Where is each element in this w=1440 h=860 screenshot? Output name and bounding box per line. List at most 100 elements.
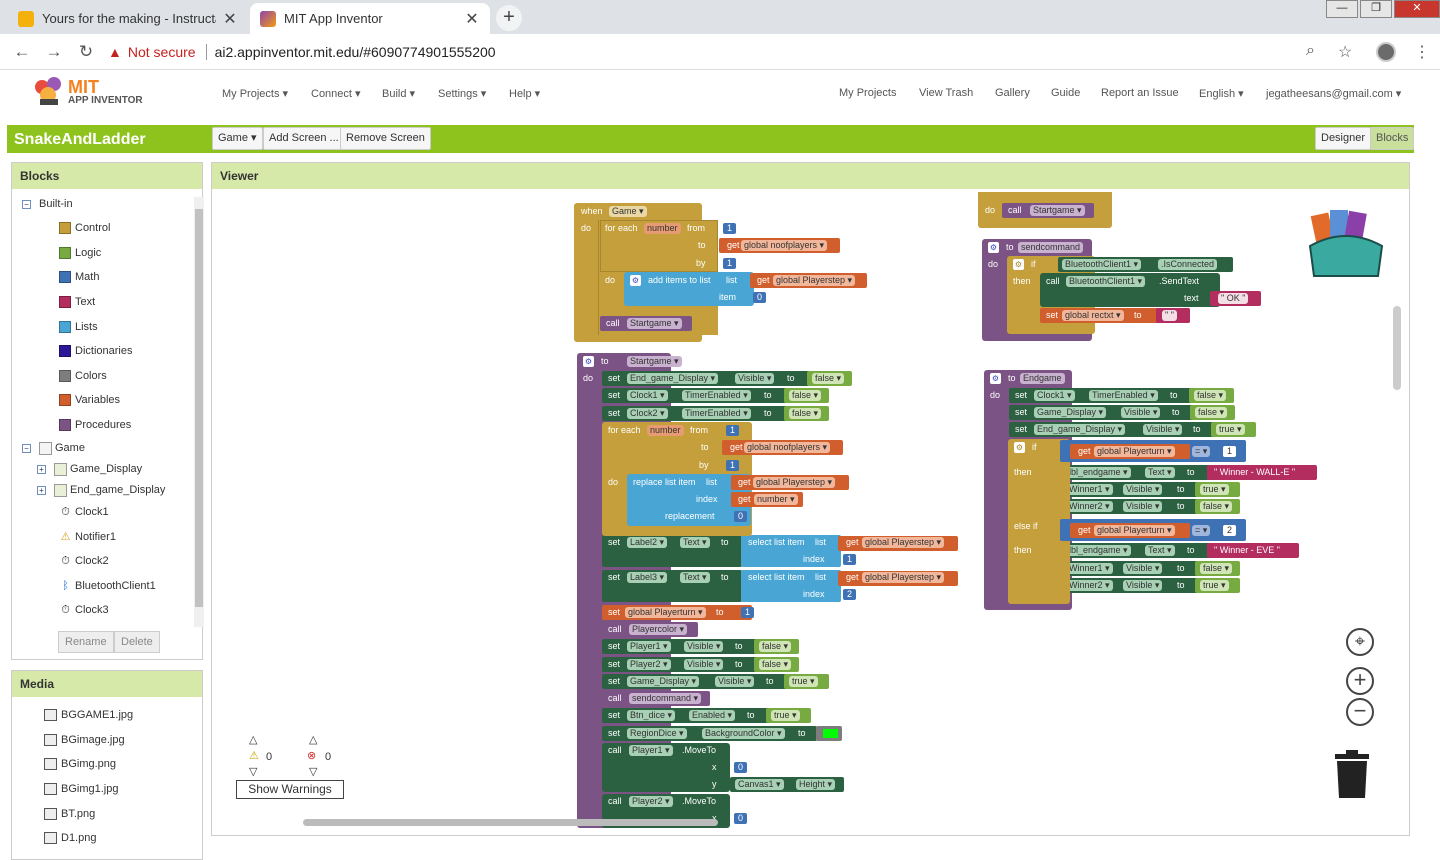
tab-instructables[interactable]: Yours for the making - Instructab ✕ (8, 3, 248, 34)
component-clock3[interactable]: ⏱ Clock3 (59, 601, 108, 619)
bookmark-star-icon[interactable]: ☆ (1338, 42, 1352, 62)
forward-icon[interactable]: → (44, 42, 64, 62)
remove-screen-button[interactable]: Remove Screen (340, 127, 431, 150)
screen-dropdown[interactable]: Game ▾ (212, 127, 263, 150)
collapse-icon[interactable]: − (22, 199, 31, 209)
media-file[interactable]: BGimg.png (44, 758, 116, 770)
workspace-horizontal-scrollbar[interactable] (303, 819, 718, 826)
link-my-projects[interactable]: My Projects (839, 87, 896, 99)
menu-build[interactable]: Build ▾ (382, 87, 415, 100)
drawer-text[interactable]: Text (59, 293, 95, 311)
reload-icon[interactable]: ↻ (76, 42, 96, 62)
drawer-dictionaries[interactable]: Dictionaries (59, 342, 132, 360)
color-swatch-icon (59, 222, 71, 234)
drawer-label: Logic (75, 247, 102, 259)
tree-screen-game[interactable]: − Game (22, 439, 85, 457)
back-icon[interactable]: ← (12, 42, 32, 62)
bee-logo-icon (32, 75, 68, 109)
clock-icon: ⏱ (61, 505, 70, 518)
blocks-scrollbar[interactable] (194, 197, 204, 627)
workspace-vertical-scrollbar[interactable] (1393, 306, 1401, 390)
menu-help[interactable]: Help ▾ (509, 87, 540, 100)
minimize-icon[interactable]: — (1326, 0, 1358, 18)
blocks-button[interactable]: Blocks (1370, 127, 1415, 150)
warnings-up-icon[interactable]: △ (249, 733, 257, 746)
expand-icon[interactable]: + (37, 485, 46, 495)
expand-icon[interactable]: + (37, 464, 46, 474)
component-clock1[interactable]: ⏱ Clock1 (59, 503, 108, 521)
zoom-icon[interactable]: ⌕ (1306, 42, 1315, 60)
file-name: BGimg1.jpg (61, 783, 119, 795)
backpack-icon[interactable] (1306, 206, 1386, 280)
component-notifier1[interactable]: ⚠ Notifier1 (59, 528, 116, 546)
window-controls: — ❐ ✕ (1324, 0, 1440, 18)
component-bluetoothclient1[interactable]: ᛒ BluetoothClient1 (59, 577, 156, 595)
recenter-icon[interactable]: ⌖ (1346, 628, 1374, 656)
tab-title: MIT App Inventor (284, 11, 383, 26)
errors-count: 0 (325, 751, 332, 763)
delete-button[interactable]: Delete (114, 631, 160, 653)
screen-icon (39, 441, 52, 455)
drawer-lists[interactable]: Lists (59, 318, 98, 336)
link-guide[interactable]: Guide (1051, 87, 1080, 99)
mit-app-inventor-logo[interactable]: MIT APP INVENTOR (32, 75, 143, 109)
drawer-variables[interactable]: Variables (59, 391, 120, 409)
color-swatch-icon (59, 345, 71, 357)
file-name: D1.png (61, 832, 97, 844)
show-warnings-button[interactable]: Show Warnings (236, 780, 344, 799)
notifier-warning-icon: ⚠ (60, 530, 71, 543)
zoom-in-icon[interactable]: + (1346, 667, 1374, 695)
viewer-panel: Viewer (211, 162, 1410, 836)
tree-label: Notifier1 (75, 531, 116, 543)
designer-button[interactable]: Designer (1315, 127, 1372, 150)
menu-connect[interactable]: Connect ▾ (311, 87, 361, 100)
link-view-trash[interactable]: View Trash (919, 87, 973, 99)
link-gallery[interactable]: Gallery (995, 87, 1030, 99)
drawer-procedures[interactable]: Procedures (59, 416, 131, 434)
drawer-label: Dictionaries (75, 345, 133, 357)
file-name: BGGAME1.jpg (61, 709, 134, 721)
media-file[interactable]: D1.png (44, 832, 96, 844)
language-menu[interactable]: English ▾ (1199, 87, 1244, 100)
tab-app-inventor[interactable]: MIT App Inventor ✕ (250, 3, 490, 34)
drawer-math[interactable]: Math (59, 268, 99, 286)
close-window-icon[interactable]: ✕ (1394, 0, 1440, 18)
close-tab-icon[interactable]: ✕ (464, 9, 480, 29)
media-file[interactable]: BGimage.jpg (44, 734, 125, 746)
profile-avatar[interactable] (1376, 42, 1396, 62)
media-file[interactable]: BT.png (44, 808, 95, 820)
collapse-icon[interactable]: − (22, 443, 31, 453)
component-game-display[interactable]: + Game_Display (37, 460, 142, 478)
media-file[interactable]: BGGAME1.jpg (44, 709, 133, 721)
warnings-down-icon[interactable]: ▽ (249, 765, 257, 778)
drawer-control[interactable]: Control (59, 219, 110, 237)
add-screen-button[interactable]: Add Screen ... (263, 127, 345, 150)
browser-menu-icon[interactable]: ⋮ (1414, 42, 1430, 62)
trash-icon[interactable] (1333, 750, 1371, 800)
errors-up-icon[interactable]: △ (309, 733, 317, 746)
drawer-label: Control (75, 222, 111, 234)
drawer-label: Text (75, 296, 96, 308)
component-end-game-display[interactable]: + End_game_Display (37, 481, 165, 499)
close-tab-icon[interactable]: ✕ (222, 9, 238, 29)
scroll-thumb[interactable] (195, 209, 203, 607)
tree-builtin[interactable]: − Built-in (22, 195, 73, 213)
instructables-favicon-icon (18, 10, 34, 27)
rename-button[interactable]: Rename (58, 631, 114, 653)
menu-my-projects[interactable]: My Projects ▾ (222, 87, 288, 100)
maximize-icon[interactable]: ❐ (1360, 0, 1392, 18)
link-report-issue[interactable]: Report an Issue (1101, 87, 1179, 99)
errors-down-icon[interactable]: ▽ (309, 765, 317, 778)
image-icon (44, 709, 57, 721)
zoom-out-icon[interactable]: − (1346, 698, 1374, 726)
drawer-logic[interactable]: Logic (59, 244, 101, 262)
drawer-colors[interactable]: Colors (59, 367, 107, 385)
tree-label: End_game_Display (70, 484, 166, 496)
menu-settings[interactable]: Settings ▾ (438, 87, 486, 100)
drawer-label: Math (75, 271, 100, 283)
media-file[interactable]: BGimg1.jpg (44, 783, 118, 795)
component-clock2[interactable]: ⏱ Clock2 (59, 552, 108, 570)
account-menu[interactable]: jegatheesans@gmail.com ▾ (1266, 87, 1401, 100)
new-tab-button[interactable]: + (496, 5, 522, 31)
url-field[interactable]: ▲ Not secure ai2.appinventor.mit.edu/#60… (108, 38, 1358, 66)
